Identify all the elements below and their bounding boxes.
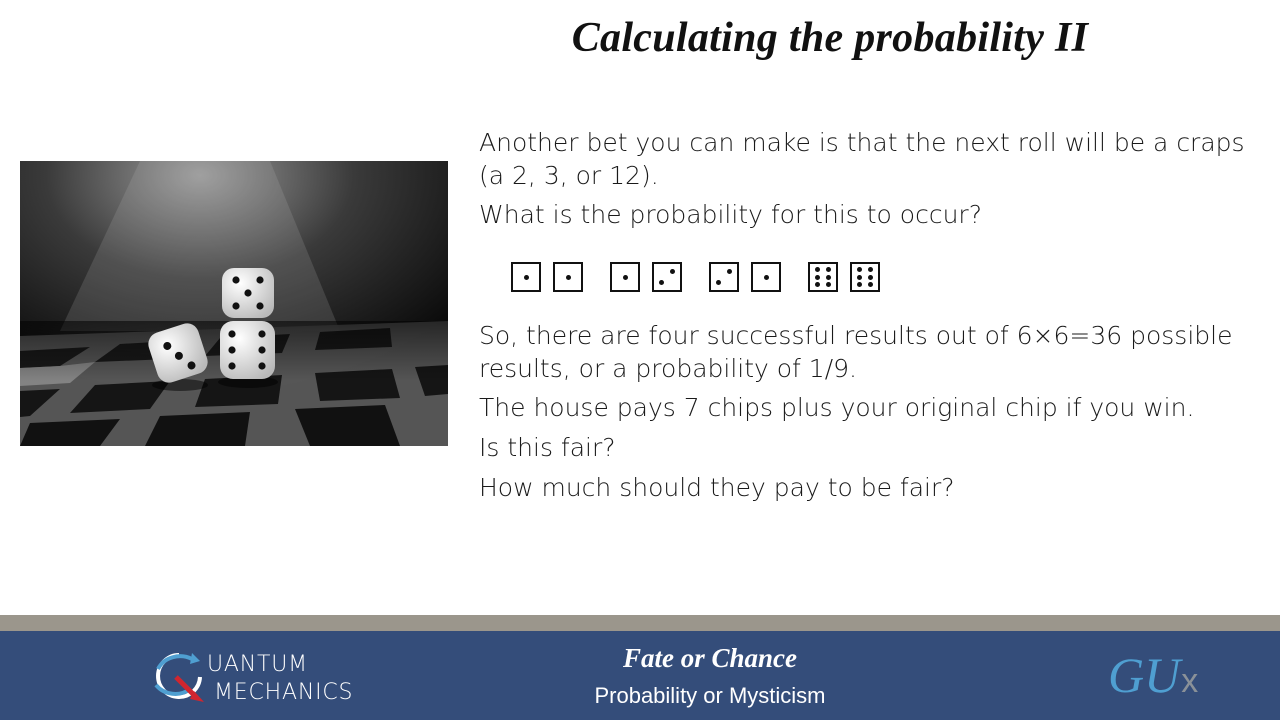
- die-pip: [826, 267, 832, 273]
- die-pip: [826, 274, 832, 280]
- paragraph-fair-question: Is this fair?: [479, 433, 616, 462]
- die-face-1: [751, 262, 781, 292]
- die-pip: [727, 268, 733, 274]
- die-pip: [715, 280, 721, 286]
- die-pip: [622, 274, 628, 280]
- die-face-6: [808, 262, 838, 292]
- paragraph-question: What is the probability for this to occu…: [479, 200, 982, 229]
- die-pip: [856, 267, 862, 273]
- die-pip: [814, 281, 820, 287]
- die-pip: [814, 274, 820, 280]
- gux-logo: GUx: [1108, 645, 1198, 705]
- die-face-6: [850, 262, 880, 292]
- course-subtitle: Probability or Mysticism: [594, 683, 826, 708]
- gux-logo-gu: GU: [1108, 647, 1181, 703]
- gux-logo-x: x: [1181, 662, 1199, 700]
- die-pip: [856, 274, 862, 280]
- die-pip: [826, 281, 832, 287]
- die-pip: [763, 274, 769, 280]
- die-face-1: [511, 262, 541, 292]
- logo-line-2: MECHANICS: [214, 680, 354, 705]
- die-pip: [868, 267, 874, 273]
- course-title: Fate or Chance: [622, 643, 797, 673]
- die-pip: [868, 274, 874, 280]
- die-pip: [670, 268, 676, 274]
- die-pip: [658, 280, 664, 286]
- die-pip: [868, 281, 874, 287]
- die-pip: [523, 274, 529, 280]
- paragraph-result: So, there are four successful results ou…: [479, 321, 1233, 383]
- footer-bar: UANTUM MECHANICS Fate or Chance Probabil…: [0, 631, 1280, 720]
- die-face-1: [553, 262, 583, 292]
- die-face-1: [610, 262, 640, 292]
- die-pip: [814, 267, 820, 273]
- paragraph-craps-bet: Another bet you can make is that the nex…: [479, 128, 1245, 190]
- quantum-logo-icon: [150, 647, 208, 705]
- quantum-mechanics-wordmark: UANTUM MECHANICS: [205, 651, 353, 707]
- footer-divider: [0, 615, 1280, 631]
- paragraph-payout: The house pays 7 chips plus your origina…: [479, 393, 1195, 422]
- die-face-2: [652, 262, 682, 292]
- die-face-2: [709, 262, 739, 292]
- dice-photo: [20, 161, 448, 446]
- paragraph-fair-pay-question: How much should they pay to be fair?: [479, 473, 955, 502]
- die-pip: [565, 274, 571, 280]
- slide-title: Calculating the probability II: [571, 15, 1089, 61]
- die-pip: [856, 281, 862, 287]
- logo-line-1: UANTUM: [207, 652, 308, 677]
